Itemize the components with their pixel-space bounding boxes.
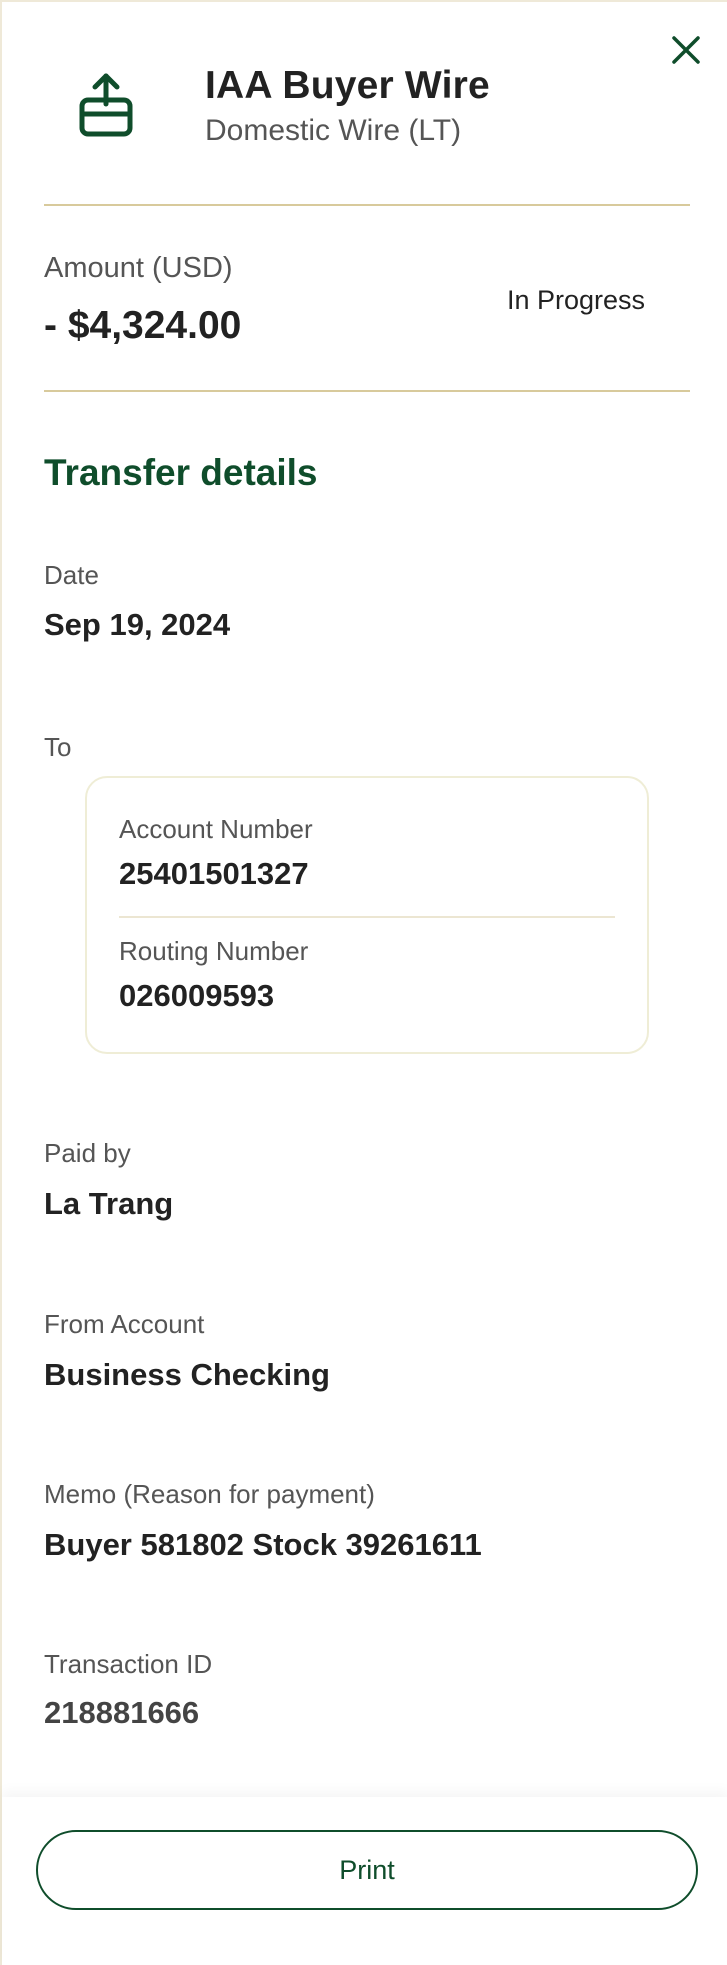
card-divider bbox=[119, 916, 615, 918]
upload-tray-icon bbox=[76, 72, 136, 140]
account-number-value: 25401501327 bbox=[119, 856, 309, 891]
transaction-type: Domestic Wire (LT) bbox=[205, 114, 462, 147]
date-value: Sep 19, 2024 bbox=[44, 607, 231, 642]
memo-value: Buyer 581802 Stock 39261611 bbox=[44, 1527, 482, 1562]
from-account-label: From Account bbox=[44, 1309, 205, 1339]
transaction-title: IAA Buyer Wire bbox=[205, 64, 490, 107]
footer-bar: Print bbox=[2, 1797, 727, 1965]
from-account-value: Business Checking bbox=[44, 1357, 330, 1392]
paid-by-value: La Trang bbox=[44, 1186, 174, 1221]
memo-label: Memo (Reason for payment) bbox=[44, 1479, 375, 1509]
transaction-id-label: Transaction ID bbox=[44, 1649, 213, 1679]
print-button[interactable]: Print bbox=[36, 1830, 698, 1910]
routing-number-value: 026009593 bbox=[119, 978, 275, 1013]
recipient-card: Account Number 25401501327 Routing Numbe… bbox=[85, 776, 649, 1054]
close-icon bbox=[672, 36, 700, 64]
amount-value: - $4,324.00 bbox=[44, 304, 242, 347]
routing-number-label: Routing Number bbox=[119, 936, 309, 966]
header-divider bbox=[44, 204, 690, 206]
amount-divider bbox=[44, 390, 690, 392]
amount-label: Amount (USD) bbox=[44, 252, 233, 284]
status-badge: In Progress bbox=[507, 285, 646, 315]
transaction-id-value: 218881666 bbox=[44, 1695, 200, 1730]
paid-by-label: Paid by bbox=[44, 1138, 131, 1168]
transaction-detail-panel: IAA Buyer Wire Domestic Wire (LT) Amount… bbox=[0, 0, 727, 1965]
account-number-label: Account Number bbox=[119, 814, 313, 844]
close-button[interactable] bbox=[666, 30, 706, 70]
date-label: Date bbox=[44, 560, 99, 590]
section-title-transfer-details: Transfer details bbox=[44, 452, 318, 493]
to-label: To bbox=[44, 732, 72, 762]
